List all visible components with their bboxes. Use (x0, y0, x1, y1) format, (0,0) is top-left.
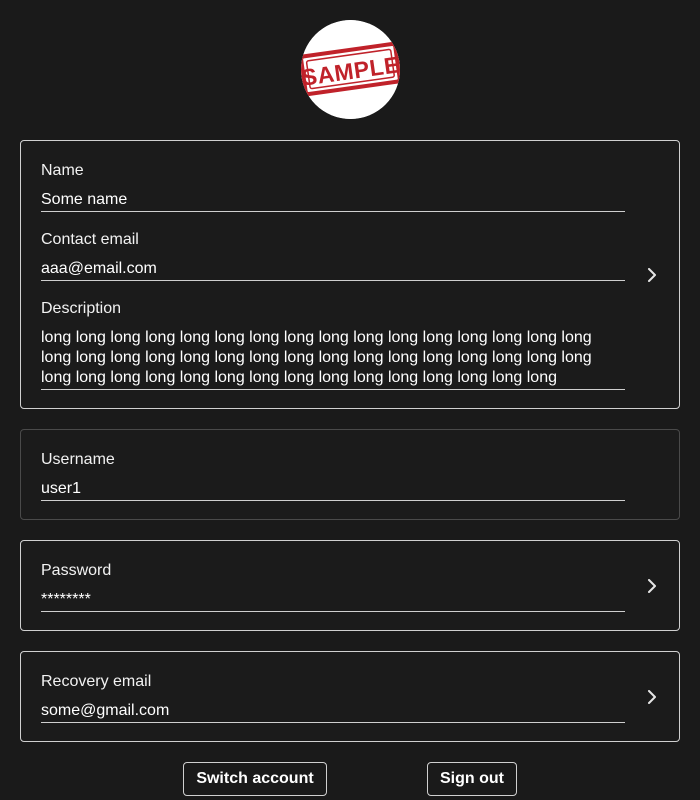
username-label: Username (41, 451, 115, 468)
recovery-email-label: Recovery email (41, 673, 152, 690)
username-value: user1 (41, 479, 625, 501)
chevron-right-icon[interactable] (645, 579, 659, 593)
password-card[interactable]: Password ******** (20, 540, 680, 631)
contact-email-value: aaa@email.com (41, 259, 625, 281)
contact-email-field: Contact email aaa@email.com (41, 230, 625, 281)
sign-out-button[interactable]: Sign out (427, 762, 517, 796)
name-label: Name (41, 162, 84, 179)
avatar: SAMPLE (301, 20, 400, 119)
name-field: Name Some name (41, 161, 625, 212)
account-page: SAMPLE Name Some name Contact email aaa@… (0, 0, 700, 800)
recovery-email-value: some@gmail.com (41, 701, 625, 723)
recovery-email-field: Recovery email some@gmail.com (41, 672, 625, 723)
username-card: Username user1 (20, 429, 680, 520)
sample-stamp-image: SAMPLE (301, 20, 400, 119)
description-value: long long long long long long long long … (41, 328, 625, 390)
chevron-right-icon[interactable] (645, 690, 659, 704)
password-label: Password (41, 562, 112, 579)
recovery-email-card[interactable]: Recovery email some@gmail.com (20, 651, 680, 742)
profile-card[interactable]: Name Some name Contact email aaa@email.c… (20, 140, 680, 409)
password-value: ******** (41, 590, 625, 612)
username-field: Username user1 (41, 450, 625, 501)
description-field: Description long long long long long lon… (41, 299, 625, 390)
contact-email-label: Contact email (41, 231, 139, 248)
name-value: Some name (41, 190, 625, 212)
description-label: Description (41, 300, 122, 317)
password-field: Password ******** (41, 561, 625, 612)
switch-account-button[interactable]: Switch account (183, 762, 327, 796)
chevron-right-icon[interactable] (645, 268, 659, 282)
